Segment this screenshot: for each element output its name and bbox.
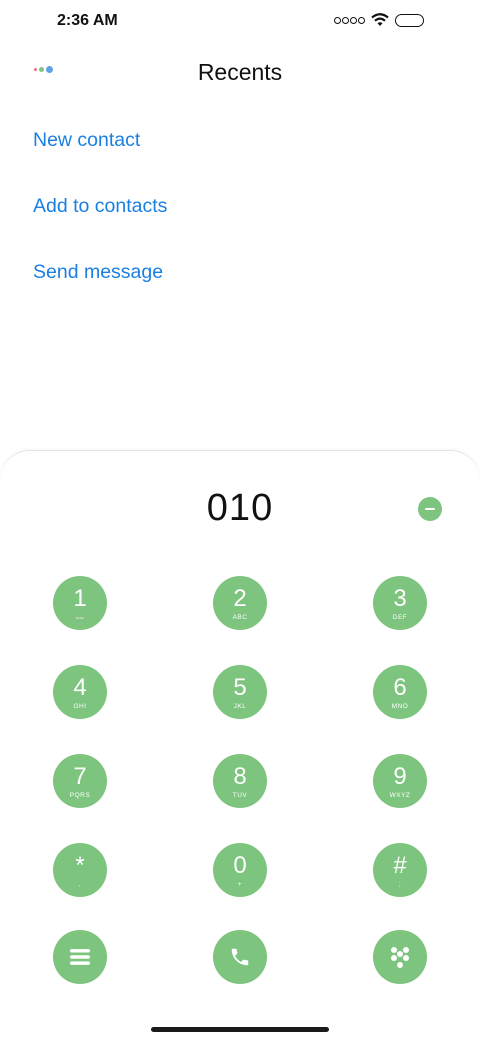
wifi-icon — [371, 13, 389, 26]
add-to-contacts-link[interactable]: Add to contacts — [33, 195, 167, 218]
key-digit: 1 — [73, 585, 87, 612]
status-bar: 2:36 AM — [0, 0, 480, 44]
key-1[interactable]: 1 ᴗᴗ — [53, 576, 107, 630]
status-icons — [334, 13, 424, 27]
keypad-dots-icon — [391, 947, 409, 968]
key-letters: JKL — [233, 703, 247, 710]
key-digit: 3 — [393, 585, 407, 612]
signal-icon — [334, 16, 365, 24]
key-letters: ; — [398, 881, 402, 888]
page-title: Recents — [197, 59, 283, 85]
key-letters: + — [237, 881, 243, 888]
key-letters: GHI — [73, 703, 87, 710]
key-3[interactable]: 3 DEF — [373, 576, 427, 630]
key-7[interactable]: 7 PQRS — [53, 754, 107, 808]
key-digit: 0 — [233, 852, 247, 879]
key-0[interactable]: 0 + — [213, 843, 267, 897]
key-digit: 2 — [233, 585, 247, 612]
header: Recents — [0, 50, 480, 94]
status-time: 2:36 AM — [57, 12, 118, 29]
key-letters: TUV — [232, 792, 248, 799]
hamburger-menu-icon — [70, 949, 90, 965]
key-4[interactable]: 4 GHI — [53, 665, 107, 719]
key-2[interactable]: 2 ABC — [213, 576, 267, 630]
key-digit: 4 — [73, 674, 87, 701]
key-letters: MNO — [391, 703, 409, 710]
menu-button[interactable] — [53, 930, 107, 984]
keypad-toggle-button[interactable] — [373, 930, 427, 984]
key-digit: * — [75, 852, 85, 879]
key-digit: # — [393, 852, 407, 879]
key-hash[interactable]: # ; — [373, 843, 427, 897]
key-digit: 7 — [73, 763, 87, 790]
key-9[interactable]: 9 WXYZ — [373, 754, 427, 808]
battery-icon — [395, 13, 424, 27]
key-digit: 6 — [393, 674, 407, 701]
backspace-button[interactable] — [418, 497, 442, 521]
key-digit: 5 — [233, 674, 247, 701]
call-button[interactable] — [213, 930, 267, 984]
key-6[interactable]: 6 MNO — [373, 665, 427, 719]
new-contact-link[interactable]: New contact — [33, 129, 140, 152]
key-letters: DEF — [392, 614, 408, 621]
key-star[interactable]: * , — [53, 843, 107, 897]
phone-icon — [231, 948, 249, 966]
key-letters: ABC — [232, 614, 248, 621]
voicemail-icon: ᴗᴗ — [75, 614, 85, 621]
key-5[interactable]: 5 JKL — [213, 665, 267, 719]
key-8[interactable]: 8 TUV — [213, 754, 267, 808]
key-digit: 8 — [233, 763, 247, 790]
key-letters: , — [78, 881, 82, 888]
key-digit: 9 — [393, 763, 407, 790]
dialed-number: 010 — [206, 487, 274, 529]
key-letters: WXYZ — [389, 792, 411, 799]
dial-panel: 010 1 ᴗᴗ 2 ABC 3 DEF 4 GHI 5 JKL 6 MNO 7… — [0, 450, 480, 1041]
send-message-link[interactable]: Send message — [33, 261, 163, 284]
home-indicator[interactable] — [151, 1027, 329, 1032]
minus-icon — [425, 507, 435, 511]
key-letters: PQRS — [69, 792, 91, 799]
